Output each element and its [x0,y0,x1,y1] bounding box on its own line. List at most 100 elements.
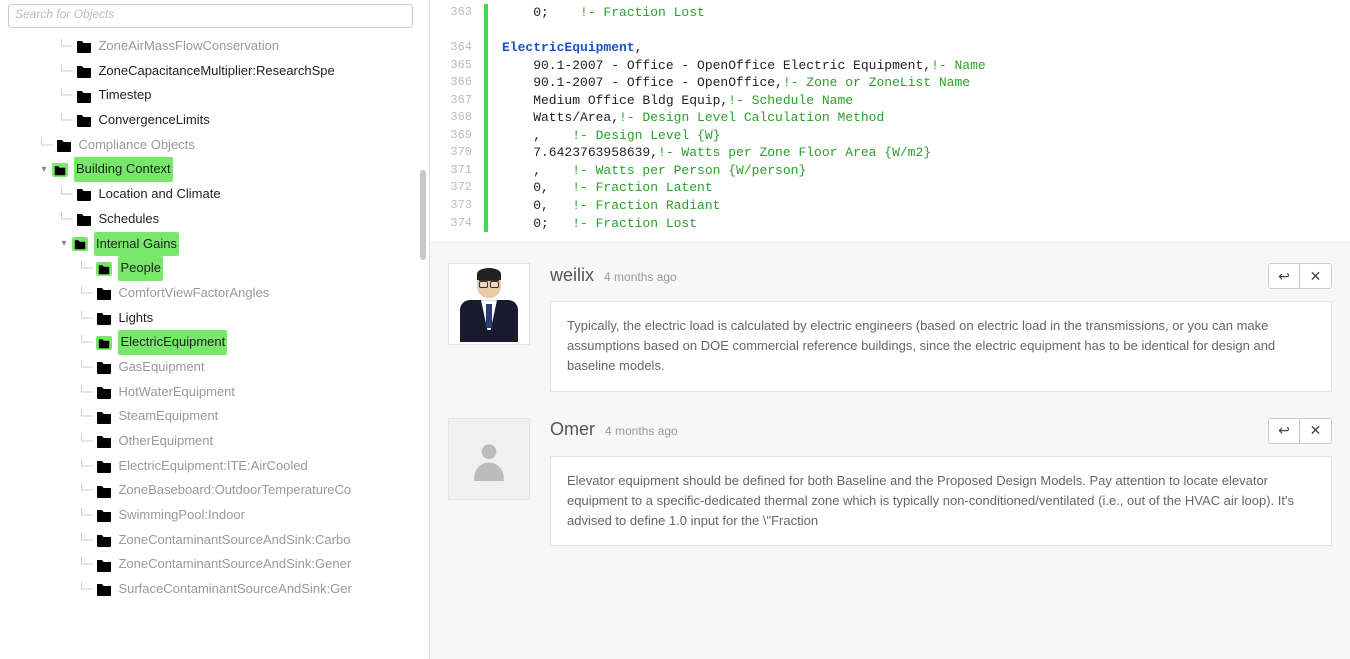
tree-branch-icon: └─ [78,307,92,330]
diff-gutter [484,109,488,127]
code-content[interactable]: , !- Watts per Person {W/person} [502,162,806,180]
tree-item-label: Timestep [98,83,151,108]
folder-icon [96,286,112,300]
code-content[interactable]: 90.1-2007 - Office - OpenOffice,!- Zone … [502,74,970,92]
folder-icon [72,237,88,251]
tree-item-convergencelimits[interactable]: └─ConvergenceLimits [8,108,421,133]
code-content[interactable]: , !- Design Level {W} [502,127,720,145]
tree-item-lights[interactable]: └─ Lights [8,306,421,331]
line-number: 370 [430,144,484,162]
code-content[interactable]: Medium Office Bldg Equip,!- Schedule Nam… [502,92,853,110]
close-button[interactable]: ✕ [1300,263,1332,289]
tree-branch-icon: └─ [78,479,92,502]
tree-item-timestep[interactable]: └─ Timestep [8,83,421,108]
comment-time: 4 months ago [604,270,677,284]
tree-branch-icon: └─ [58,84,72,107]
reply-button[interactable]: ↩ [1268,263,1300,289]
tree-item-schedules[interactable]: └─ Schedules [8,207,421,232]
tree-item-surfacecontaminantsourceandsin[interactable]: └─SurfaceContaminantSourceAndSink:Ger [8,577,421,602]
folder-icon [96,508,112,522]
tree-item-hotwaterequipment[interactable]: └─HotWaterEquipment [8,380,421,405]
tree-item-label: OtherEquipment [118,429,213,454]
tree-item-comfortviewfactorangles[interactable]: └─ ComfortViewFactorAngles [8,281,421,306]
folder-icon [96,311,112,325]
tree-item-zonecapacitancemultiplier-rese[interactable]: └─ZoneCapacitanceMultiplier:ResearchSpe [8,59,421,84]
tree-branch-icon: └─ [58,208,72,231]
folder-icon [56,138,72,152]
code-content[interactable]: Watts/Area,!- Design Level Calculation M… [502,109,884,127]
tree-item-building-context[interactable]: ▾Building Context [8,157,421,182]
diff-gutter [484,39,488,57]
folder-icon [96,582,112,596]
code-content[interactable] [502,22,510,40]
tree-item-label: HotWaterEquipment [118,380,235,405]
close-button[interactable]: ✕ [1300,418,1332,444]
reply-button[interactable]: ↩ [1268,418,1300,444]
tree-branch-icon: └─ [78,282,92,305]
tree-item-steamequipment[interactable]: └─SteamEquipment [8,404,421,429]
comment-author[interactable]: Omer [550,419,595,440]
folder-icon [76,39,92,53]
folder-icon [96,533,112,547]
tree-item-label: ZoneContaminantSourceAndSink:Gener [118,552,351,577]
folder-icon [76,113,92,127]
tree-branch-icon: └─ [78,504,92,527]
main-content: 363 0; !- Fraction Lost 364ElectricEquip… [430,0,1350,659]
code-content[interactable]: 7.6423763958639,!- Watts per Zone Floor … [502,144,931,162]
toggle-icon[interactable]: ▾ [38,160,50,179]
tree-item-label: Compliance Objects [78,133,194,158]
diff-gutter [484,92,488,110]
code-line: 369 , !- Design Level {W} [430,127,1350,145]
diff-gutter [484,179,488,197]
code-line: 365 90.1-2007 - Office - OpenOffice Elec… [430,57,1350,75]
tree-item-label: ZoneBaseboard:OutdoorTemperatureCo [118,478,351,503]
tree-item-label: SwimmingPool:Indoor [118,503,244,528]
diff-gutter [484,197,488,215]
tree-item-people[interactable]: └─People [8,256,421,281]
tree-item-zonebaseboard-outdoortemperatu[interactable]: └─ ZoneBaseboard:OutdoorTemperatureCo [8,478,421,503]
code-content[interactable]: 90.1-2007 - Office - OpenOffice Electric… [502,57,986,75]
tree-item-label: ZoneAirMassFlowConservation [98,34,279,59]
tree-item-zoneairmassflowconservation[interactable]: └─ZoneAirMassFlowConservation [8,34,421,59]
tree-item-gasequipment[interactable]: └─GasEquipment [8,355,421,380]
tree-item-otherequipment[interactable]: └─OtherEquipment [8,429,421,454]
avatar[interactable] [448,263,530,345]
diff-gutter [484,74,488,92]
tree-item-swimmingpool-indoor[interactable]: └─ SwimmingPool:Indoor [8,503,421,528]
folder-icon [96,459,112,473]
tree-item-label: ComfortViewFactorAngles [118,281,269,306]
code-content[interactable]: 0, !- Fraction Radiant [502,197,720,215]
tree-item-location-and-climate[interactable]: └─Location and Climate [8,182,421,207]
diff-gutter [484,215,488,233]
code-block: 363 0; !- Fraction Lost 364ElectricEquip… [430,0,1350,243]
tree-item-internal-gains[interactable]: ▾ Internal Gains [8,232,421,257]
tree-item-label: Lights [118,306,153,331]
tree-branch-icon: └─ [78,356,92,379]
code-line: 368 Watts/Area,!- Design Level Calculati… [430,109,1350,127]
tree-item-zonecontaminantsourceandsink-g[interactable]: └─ZoneContaminantSourceAndSink:Gener [8,552,421,577]
avatar[interactable] [448,418,530,500]
code-line: 372 0, !- Fraction Latent [430,179,1350,197]
code-content[interactable]: 0; !- Fraction Lost [502,4,705,22]
tree-item-label: Internal Gains [94,232,179,257]
code-line: 374 0; !- Fraction Lost [430,215,1350,233]
comment-author[interactable]: weilix [550,265,594,286]
comments-section: weilix4 months ago↩✕Typically, the elect… [430,243,1350,659]
code-content[interactable]: 0, !- Fraction Latent [502,179,713,197]
folder-icon [96,336,112,350]
comment: Omer4 months ago↩✕Elevator equipment sho… [448,418,1332,546]
tree-item-zonecontaminantsourceandsink-c[interactable]: └─ZoneContaminantSourceAndSink:Carbo [8,528,421,553]
scrollbar[interactable] [420,170,426,260]
tree-item-label: Schedules [98,207,159,232]
tree-item-compliance-objects[interactable]: └─Compliance Objects [8,133,421,158]
folder-icon [76,187,92,201]
code-content[interactable]: ElectricEquipment, [502,39,642,57]
line-number: 371 [430,162,484,180]
code-content[interactable]: 0; !- Fraction Lost [502,215,697,233]
tree-item-electricequipment[interactable]: └─ElectricEquipment [8,330,421,355]
toggle-icon[interactable]: ▾ [58,234,70,253]
comment-time: 4 months ago [605,424,678,438]
search-input[interactable]: Search for Objects [8,4,413,28]
tree-item-electricequipment-ite-aircoole[interactable]: └─ElectricEquipment:ITE:AirCooled [8,454,421,479]
line-number: 369 [430,127,484,145]
